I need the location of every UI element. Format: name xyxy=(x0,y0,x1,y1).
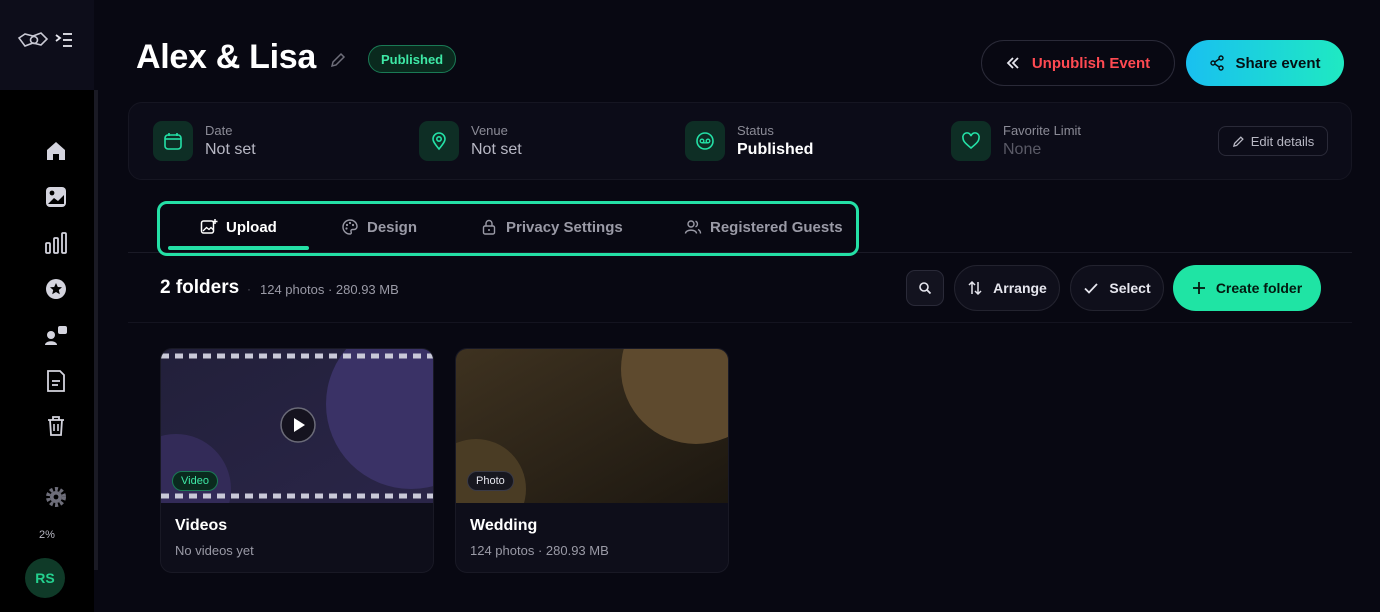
venue-label: Venue xyxy=(471,123,508,138)
share-label: Share event xyxy=(1235,54,1321,72)
tab-registered-guests-label: Registered Guests xyxy=(710,218,843,236)
date-value: Not set xyxy=(205,141,256,158)
palette-icon xyxy=(342,219,358,235)
venue-value: Not set xyxy=(471,141,522,158)
share-icon xyxy=(1210,55,1225,71)
search-icon xyxy=(919,282,932,295)
pencil-icon[interactable] xyxy=(329,51,347,69)
tab-privacy-settings-label: Privacy Settings xyxy=(506,218,623,236)
folder-subtitle: No videos yet xyxy=(175,543,254,558)
share-event-button[interactable]: Share event xyxy=(1186,40,1344,86)
folder-card-videos[interactable]: Video Videos No videos yet xyxy=(160,348,434,573)
search-button[interactable] xyxy=(906,270,944,306)
arrange-button[interactable]: Arrange xyxy=(954,265,1060,311)
logo-icon[interactable] xyxy=(17,30,49,50)
page-title: Alex & Lisa xyxy=(136,38,316,76)
sort-arrows-icon xyxy=(968,280,982,296)
separator: · xyxy=(247,282,251,296)
home-icon[interactable] xyxy=(44,139,68,163)
settings-icon[interactable] xyxy=(44,485,68,509)
favorite-limit-info: Favorite Limit None xyxy=(951,121,1081,161)
calendar-icon xyxy=(153,121,193,161)
create-folder-label: Create folder xyxy=(1215,280,1303,296)
sidebar-scrollbar[interactable] xyxy=(94,90,98,570)
tab-privacy-settings[interactable]: Privacy Settings xyxy=(480,218,623,236)
app-root: 2% RS Alex & Lisa Published Unpublish Ev… xyxy=(0,0,1380,612)
folder-thumbnail: Photo xyxy=(456,349,728,503)
venue-info: Venue Not set xyxy=(419,121,522,161)
edit-details-button[interactable]: Edit details xyxy=(1218,126,1328,156)
folder-name: Wedding xyxy=(470,517,538,534)
image-plus-icon xyxy=(200,219,218,234)
documents-icon[interactable] xyxy=(44,369,68,393)
favorite-limit-label: Favorite Limit xyxy=(1003,123,1082,138)
toolbar-divider xyxy=(128,322,1352,323)
pencil-icon xyxy=(1232,135,1244,147)
status-badge: Published xyxy=(368,45,457,73)
folders-meta: 124 photos · 280.93 MB xyxy=(260,282,399,297)
double-chevron-left-icon xyxy=(1006,57,1019,69)
arrange-label: Arrange xyxy=(993,280,1047,296)
status-value: Published xyxy=(737,141,814,158)
select-label: Select xyxy=(1109,280,1151,296)
date-info: Date Not set xyxy=(153,121,256,161)
sidebar-header xyxy=(0,0,94,90)
unpublish-event-button[interactable]: Unpublish Event xyxy=(981,40,1175,86)
plus-icon xyxy=(1192,282,1205,294)
lock-icon xyxy=(482,219,496,235)
play-icon[interactable] xyxy=(280,407,316,443)
favorite-limit-value: None xyxy=(1003,141,1042,158)
edit-details-label: Edit details xyxy=(1250,133,1315,149)
active-tab-indicator xyxy=(168,246,309,250)
folder-name: Videos xyxy=(175,517,228,534)
tab-registered-guests[interactable]: Registered Guests xyxy=(684,218,843,236)
heart-icon xyxy=(951,121,991,161)
date-label: Date xyxy=(205,123,233,138)
avatar[interactable]: RS xyxy=(25,558,65,598)
folder-subtitle: 124 photos · 280.93 MB xyxy=(470,543,609,558)
folder-thumbnail: Video xyxy=(161,349,433,503)
folder-card-wedding[interactable]: Photo Wedding 124 photos · 280.93 MB xyxy=(455,348,729,573)
create-folder-button[interactable]: Create folder xyxy=(1173,265,1321,311)
tab-design-label: Design xyxy=(367,218,418,236)
users-icon xyxy=(684,220,702,234)
folders-count: 2 folders xyxy=(160,277,240,298)
select-button[interactable]: Select xyxy=(1070,265,1164,311)
status-label: Status xyxy=(737,123,774,138)
tab-upload[interactable]: Upload xyxy=(200,218,277,236)
tab-upload-label: Upload xyxy=(226,218,277,236)
collapse-sidebar-icon[interactable] xyxy=(55,32,73,48)
check-icon xyxy=(1084,283,1099,294)
status-info: Status Published xyxy=(685,121,813,161)
gallery-icon[interactable] xyxy=(44,185,68,209)
folder-type-badge: Video xyxy=(172,471,218,491)
event-details-card: Date Not set Venue Not set Status Publis… xyxy=(128,102,1352,180)
tab-design[interactable]: Design xyxy=(341,218,417,236)
favorites-icon[interactable] xyxy=(44,277,68,301)
clients-icon[interactable] xyxy=(44,323,68,347)
storage-usage: 2% xyxy=(39,529,55,541)
folder-type-badge: Photo xyxy=(467,471,514,491)
analytics-icon[interactable] xyxy=(44,231,68,255)
unpublish-label: Unpublish Event xyxy=(1031,54,1151,72)
status-icon xyxy=(685,121,725,161)
location-pin-icon xyxy=(419,121,459,161)
trash-icon[interactable] xyxy=(44,414,68,438)
